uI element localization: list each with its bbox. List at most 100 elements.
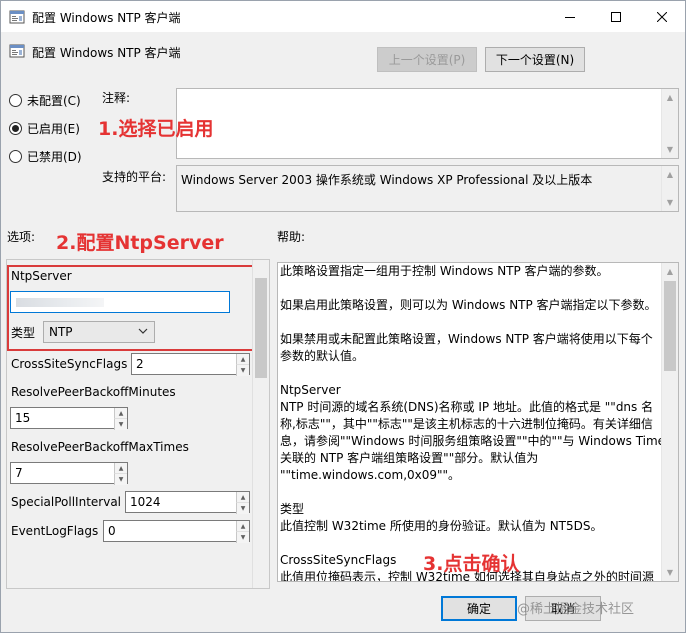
special-poll-label: SpecialPollInterval <box>11 495 122 509</box>
eventlog-spinner[interactable]: ▲ ▼ <box>236 521 249 543</box>
radio-label: 已禁用(D) <box>27 150 82 164</box>
radio-label: 已启用(E) <box>27 122 80 136</box>
spin-down-icon[interactable]: ▼ <box>114 474 127 485</box>
close-icon <box>657 11 667 22</box>
platform-label: 支持的平台: <box>102 170 167 184</box>
spin-down-icon[interactable]: ▼ <box>236 532 249 543</box>
help-line: 类型 <box>280 502 305 516</box>
backoff-max-input[interactable]: 7 ▲ ▼ <box>10 462 128 485</box>
help-line: 此值控制 W32time 所使用的身份验证。默认值为 NT5DS。 <box>280 519 603 533</box>
spin-down-icon[interactable]: ▼ <box>114 419 127 430</box>
radio-circle <box>9 150 22 163</box>
policy-icon <box>9 10 25 24</box>
help-label: 帮助: <box>277 230 306 244</box>
platform-text: Windows Server 2003 操作系统或 Windows XP Pro… <box>181 173 593 187</box>
help-line <box>280 314 662 331</box>
scroll-thumb[interactable] <box>664 281 676 371</box>
scroll-up-icon[interactable]: ▲ <box>662 263 678 280</box>
ok-button[interactable]: 确定 <box>441 596 517 621</box>
options-scrollbar[interactable] <box>252 260 269 588</box>
eventlog-label: EventLogFlags <box>11 524 99 538</box>
backoff-max-label: ResolvePeerBackoffMaxTimes <box>11 440 189 454</box>
window-title: 配置 Windows NTP 客户端 <box>32 11 181 25</box>
help-line: 关联的 NTP 客户端组策略设置""部分。默认值为 <box>280 451 539 465</box>
platform-box: Windows Server 2003 操作系统或 Windows XP Pro… <box>176 165 679 212</box>
radio-not-configured[interactable]: 未配置(C) <box>9 92 81 109</box>
help-line: 如果启用此策略设置，则可以为 Windows NTP 客户端指定以下参数。 <box>280 298 657 312</box>
help-line: 称,标志""，其中""标志""是该主机标志的十六进制位掩码。有关详细信 <box>280 417 653 431</box>
backoff-max-value: 7 <box>15 466 23 480</box>
dialog-window: 配置 Windows NTP 客户端 配置 Windows NTP 客户端 上一… <box>0 0 686 633</box>
minimize-icon <box>565 16 575 18</box>
platform-scrollbar[interactable]: ▲ ▼ <box>661 166 678 211</box>
backoff-min-spinner[interactable]: ▲ ▼ <box>114 408 127 430</box>
close-button[interactable] <box>639 1 685 32</box>
help-line: 如果禁用或未配置此策略设置，Windows NTP 客户端将使用以下每个 <box>280 332 653 346</box>
watermark: @稀土掘金技术社区 <box>517 602 635 617</box>
setting-title: 配置 Windows NTP 客户端 <box>32 46 181 60</box>
backoff-max-spinner[interactable]: ▲ ▼ <box>114 463 127 485</box>
scroll-up-icon[interactable]: ▲ <box>662 89 678 106</box>
backoff-min-input[interactable]: 15 ▲ ▼ <box>10 407 128 430</box>
comment-textarea[interactable]: ▲ ▼ <box>176 88 679 159</box>
crosssite-input[interactable]: 2 ▲ ▼ <box>131 353 250 376</box>
help-line: 参数的默认值。 <box>280 349 365 363</box>
radio-circle <box>9 94 22 107</box>
spin-down-icon[interactable]: ▼ <box>236 503 249 514</box>
type-select[interactable]: NTP <box>43 321 155 343</box>
type-label: 类型 <box>11 326 36 340</box>
radio-enabled[interactable]: 已启用(E) <box>9 120 80 137</box>
backoff-min-value: 15 <box>15 411 31 425</box>
ntpserver-label: NtpServer <box>11 269 72 283</box>
spin-up-icon[interactable]: ▲ <box>236 354 249 365</box>
radio-disabled[interactable]: 已禁用(D) <box>9 148 82 165</box>
crosssite-label: CrossSiteSyncFlags <box>11 357 128 371</box>
maximize-icon <box>611 11 621 22</box>
comment-scrollbar[interactable]: ▲ ▼ <box>661 89 678 158</box>
annotation-step-3: 3.点击确认 <box>423 553 520 575</box>
spin-up-icon[interactable]: ▲ <box>114 408 127 419</box>
crosssite-spinner[interactable]: ▲ ▼ <box>236 354 249 376</box>
scroll-down-icon[interactable]: ▼ <box>662 194 678 211</box>
ntpserver-input[interactable] <box>10 291 230 313</box>
redacted-value <box>16 298 104 307</box>
spin-up-icon[interactable]: ▲ <box>236 492 249 503</box>
help-scrollbar[interactable]: ▲ ▼ <box>661 263 678 581</box>
policy-icon <box>9 44 25 58</box>
annotation-step-2: 2.配置NtpServer <box>56 232 224 254</box>
radio-circle <box>9 122 22 135</box>
options-panel: NtpServer 类型 NTP CrossSiteSyncFlags 2 ▲ … <box>6 259 270 589</box>
prev-setting-button[interactable]: 上一个设置(P) <box>377 47 477 72</box>
chevron-down-icon <box>138 328 148 334</box>
help-line <box>280 280 662 297</box>
options-label: 选项: <box>7 230 36 244</box>
help-line: NTP 时间源的域名系统(DNS)名称或 IP 地址。此值的格式是 ""dns … <box>280 400 654 414</box>
minimize-button[interactable] <box>547 1 593 32</box>
eventlog-input[interactable]: 0 ▲ ▼ <box>103 520 250 543</box>
special-poll-input[interactable]: 1024 ▲ ▼ <box>125 491 250 514</box>
help-text: 此策略设置指定一组用于控制 Windows NTP 客户端的参数。如果启用此策略… <box>280 263 666 581</box>
special-poll-spinner[interactable]: ▲ ▼ <box>236 492 249 514</box>
type-value: NTP <box>49 325 73 339</box>
help-line: 息，请参阅""Windows 时间服务组策略设置""中的""与 Windows … <box>280 434 666 448</box>
spin-down-icon[interactable]: ▼ <box>236 365 249 376</box>
spin-up-icon[interactable]: ▲ <box>114 463 127 474</box>
spin-up-icon[interactable]: ▲ <box>236 521 249 532</box>
scroll-thumb[interactable] <box>255 278 267 378</box>
annotation-step-1: 1.选择已启用 <box>98 118 214 140</box>
scroll-up-icon[interactable]: ▲ <box>662 166 678 183</box>
help-line: NtpServer <box>280 383 341 397</box>
maximize-button[interactable] <box>593 1 639 32</box>
help-line: 此策略设置指定一组用于控制 Windows NTP 客户端的参数。 <box>280 264 609 278</box>
help-panel: 此策略设置指定一组用于控制 Windows NTP 客户端的参数。如果启用此策略… <box>277 262 679 582</box>
help-line: ""time.windows.com,0x09""。 <box>280 468 461 482</box>
comment-label: 注释: <box>102 91 131 105</box>
special-poll-value: 1024 <box>130 495 161 509</box>
eventlog-value: 0 <box>108 524 116 538</box>
title-bar[interactable]: 配置 Windows NTP 客户端 <box>1 1 685 32</box>
next-setting-button[interactable]: 下一个设置(N) <box>485 47 585 72</box>
scroll-down-icon[interactable]: ▼ <box>662 564 678 581</box>
scroll-down-icon[interactable]: ▼ <box>662 141 678 158</box>
backoff-min-label: ResolvePeerBackoffMinutes <box>11 385 176 399</box>
help-line <box>280 484 662 501</box>
